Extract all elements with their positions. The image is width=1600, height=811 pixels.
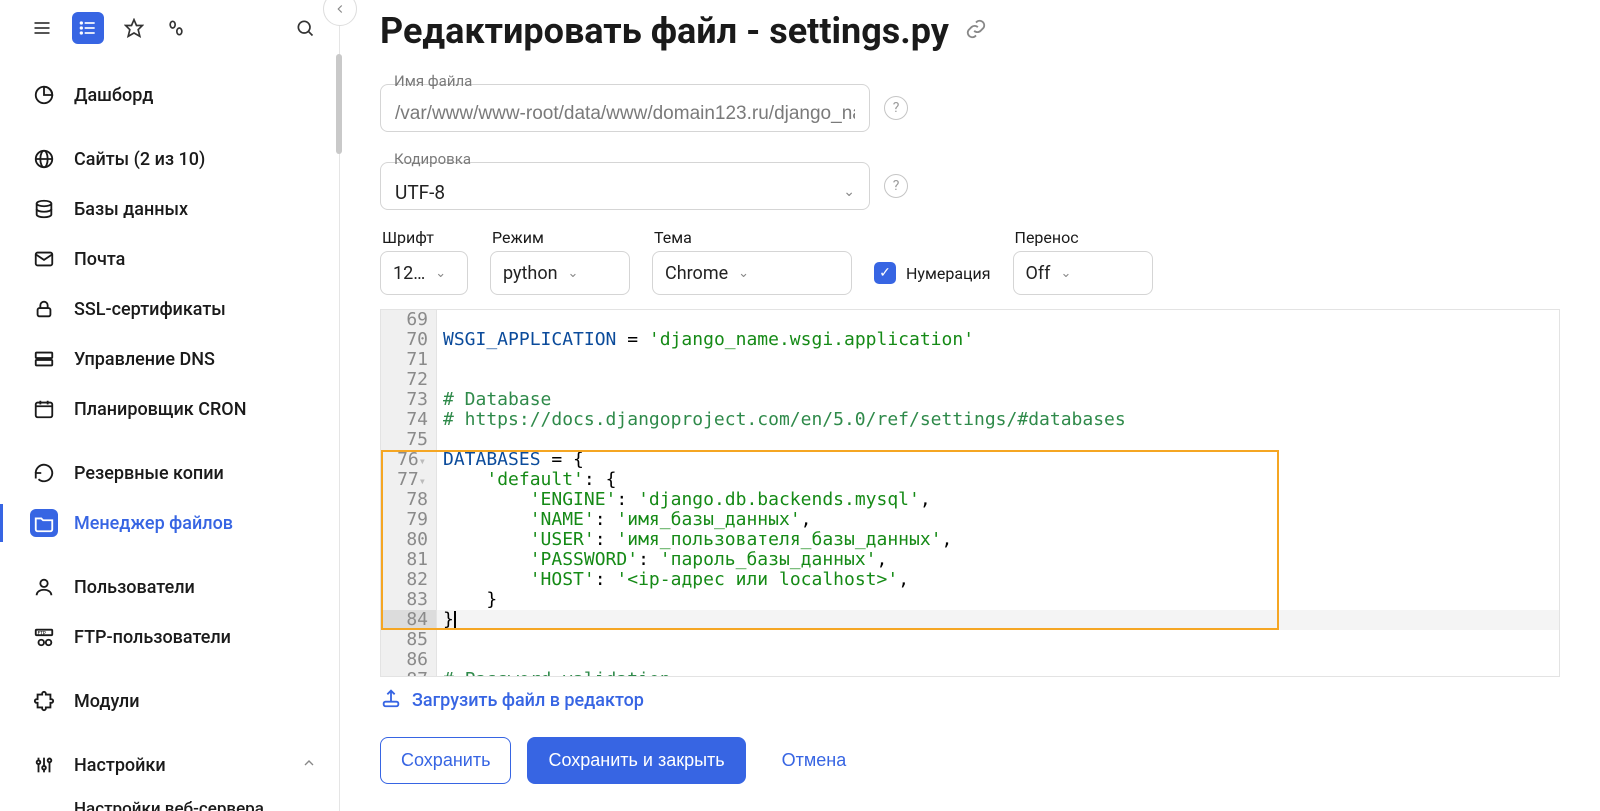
chevron-down-icon: ⌄: [1060, 266, 1071, 281]
footsteps-icon[interactable]: [164, 16, 188, 40]
nav-settings-web[interactable]: Настройки веб-сервера: [0, 790, 339, 811]
cancel-button[interactable]: Отмена: [762, 738, 867, 783]
mode-label: Режим: [490, 228, 630, 247]
nav-ssl[interactable]: SSL-сертификаты: [0, 284, 339, 334]
nav-users[interactable]: Пользователи: [0, 562, 339, 612]
chevron-down-icon: ⌄: [843, 184, 855, 200]
nav-label: Управление DNS: [74, 349, 215, 370]
ftp-icon: FTP: [30, 623, 58, 651]
button-row: Сохранить Сохранить и закрыть Отмена: [380, 737, 1560, 784]
folder-icon: [30, 509, 58, 537]
nav-mail[interactable]: Почта: [0, 234, 339, 284]
encoding-select[interactable]: UTF-8 ⌄: [380, 162, 870, 210]
nav-cron[interactable]: Планировщик CRON: [0, 384, 339, 434]
page-title: Редактировать файл - settings.py: [380, 10, 949, 52]
hamburger-icon[interactable]: [30, 16, 54, 40]
database-icon: [30, 195, 58, 223]
search-icon[interactable]: [293, 16, 317, 40]
chevron-down-icon: ⌄: [568, 266, 579, 281]
nav-label: Базы данных: [74, 199, 188, 220]
filename-label: Имя файла: [380, 72, 1560, 90]
svg-text:FTP: FTP: [38, 630, 46, 636]
nav: Дашборд Сайты (2 из 10) Базы данных Почт…: [0, 60, 339, 811]
editor-toolbar: Шрифт 12…⌄ Режим python⌄ Тема Chrome⌄ ✓ …: [380, 228, 1560, 295]
nav-settings[interactable]: Настройки: [0, 740, 339, 790]
numbering-checkbox[interactable]: ✓ Нумерация: [874, 251, 991, 295]
wrap-label: Перенос: [1013, 228, 1153, 247]
help-icon[interactable]: ?: [884, 174, 908, 198]
puzzle-icon: [30, 687, 58, 715]
nav-dashboard[interactable]: Дашборд: [0, 70, 339, 120]
nav-backups[interactable]: Резервные копии: [0, 448, 339, 498]
upload-link[interactable]: Загрузить файл в редактор: [412, 690, 644, 711]
fold-icon[interactable]: ▾: [419, 474, 428, 488]
help-icon[interactable]: ?: [884, 96, 908, 120]
star-icon[interactable]: [122, 16, 146, 40]
chevron-down-icon: ⌄: [435, 266, 446, 281]
nav-label: SSL-сертификаты: [74, 299, 226, 320]
refresh-icon: [30, 459, 58, 487]
link-icon[interactable]: [965, 18, 987, 44]
save-close-button[interactable]: Сохранить и закрыть: [527, 737, 745, 784]
globe-icon: [30, 145, 58, 173]
sidebar-toolbar: [0, 0, 339, 60]
nav-dns[interactable]: Управление DNS: [0, 334, 339, 384]
mail-icon: [30, 245, 58, 273]
font-select[interactable]: 12…⌄: [380, 251, 468, 295]
nav-label: Настройки: [74, 755, 166, 776]
lock-icon: [30, 295, 58, 323]
nav-label: Пользователи: [74, 577, 195, 598]
nav-label: FTP-пользователи: [74, 627, 231, 648]
chevron-down-icon: ⌄: [738, 266, 749, 281]
sliders-icon: [30, 751, 58, 779]
encoding-label: Кодировка: [380, 150, 1560, 168]
nav-file-manager[interactable]: Менеджер файлов: [0, 498, 339, 548]
nav-label: Модули: [74, 691, 140, 712]
nav-modules[interactable]: Модули: [0, 676, 339, 726]
upload-icon[interactable]: [380, 687, 402, 713]
nav-label: Резервные копии: [74, 463, 224, 484]
wrap-select[interactable]: Off⌄: [1013, 251, 1153, 295]
nav-label: Менеджер файлов: [74, 513, 233, 534]
theme-select[interactable]: Chrome⌄: [652, 251, 852, 295]
cursor: [454, 611, 456, 629]
mode-select[interactable]: python⌄: [490, 251, 630, 295]
font-label: Шрифт: [380, 228, 468, 247]
check-icon: ✓: [874, 262, 896, 284]
chevron-up-icon: [301, 755, 317, 776]
nav-label: Планировщик CRON: [74, 399, 246, 420]
nav-label: Почта: [74, 249, 125, 270]
encoding-value: UTF-8: [395, 181, 445, 204]
filename-input[interactable]: [380, 84, 870, 132]
dashboard-icon: [30, 81, 58, 109]
main: Редактировать файл - settings.py Имя фай…: [340, 0, 1600, 811]
list-view-icon[interactable]: [72, 12, 104, 44]
sidebar: Дашборд Сайты (2 из 10) Базы данных Почт…: [0, 0, 340, 811]
nav-db[interactable]: Базы данных: [0, 184, 339, 234]
calendar-icon: [30, 395, 58, 423]
user-icon: [30, 573, 58, 601]
numbering-label: Нумерация: [906, 264, 991, 283]
code-editor[interactable]: 69 70WSGI_APPLICATION = 'django_name.wsg…: [380, 309, 1560, 677]
dns-icon: [30, 345, 58, 373]
nav-label: Дашборд: [74, 85, 153, 106]
nav-label: Сайты (2 из 10): [74, 149, 205, 170]
nav-sites[interactable]: Сайты (2 из 10): [0, 134, 339, 184]
theme-label: Тема: [652, 228, 852, 247]
save-button[interactable]: Сохранить: [380, 737, 511, 784]
nav-ftp[interactable]: FTP FTP-пользователи: [0, 612, 339, 662]
fold-icon[interactable]: ▾: [419, 454, 428, 468]
